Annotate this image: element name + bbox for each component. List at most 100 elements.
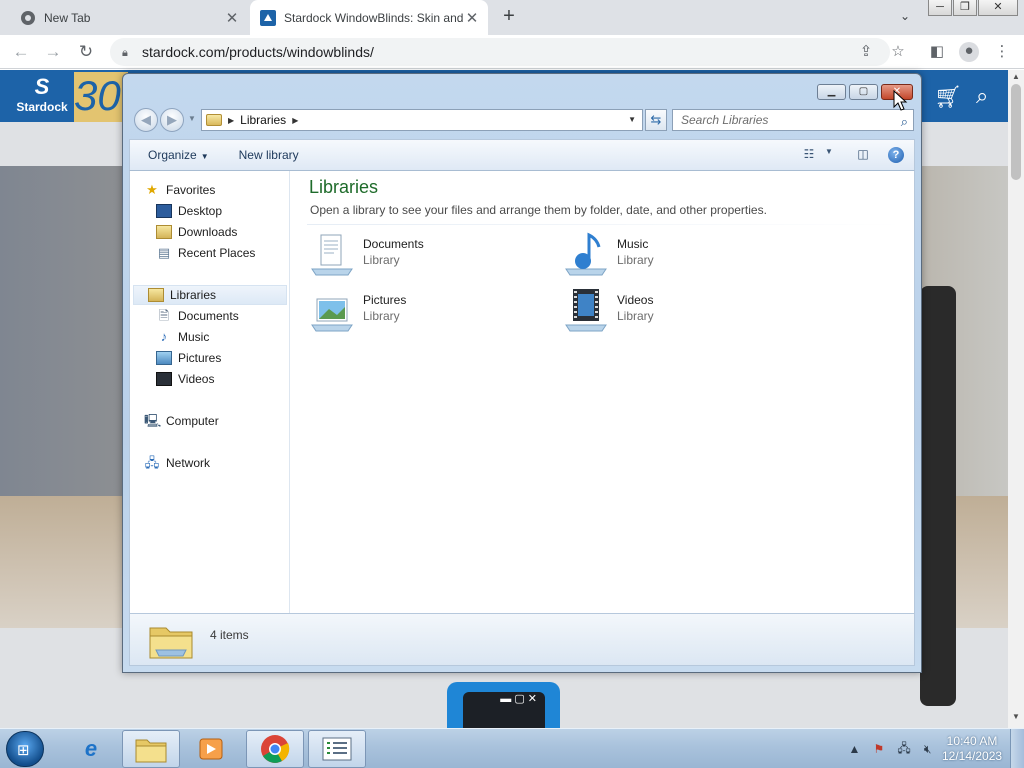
show-hidden-icons-icon[interactable]: ▲ [849,742,861,756]
share-icon[interactable]: ⇪ [857,43,875,61]
nav-recent-places[interactable]: ▤ Recent Places [156,243,256,263]
side-panel-icon[interactable]: ◧ [928,43,946,61]
recent-pages-dropdown-icon[interactable]: ▼ [188,114,196,123]
breadcrumb-arrow-icon[interactable]: ▶ [228,116,234,125]
screen: New Tab ✕ Stardock WindowBlinds: Skin an… [0,0,1024,768]
content-subtitle: Open a library to see your files and arr… [310,203,767,217]
clock[interactable]: 10:40 AM 12/14/2023 [942,734,1002,764]
tab-close-icon[interactable]: ✕ [464,9,480,27]
divider [307,224,903,225]
library-name: Music [617,237,649,251]
cart-icon[interactable]: 🛒︎ [934,84,962,110]
minimize-button[interactable]: ─ [928,0,952,16]
start-button[interactable]: ⊞ [6,731,44,767]
library-name: Videos [617,293,654,307]
list-app-taskbar-button[interactable] [308,730,366,768]
desktop-icon [156,204,172,218]
nav-favorites[interactable]: ★ Favorites [144,180,215,200]
nav-label: Recent Places [178,246,256,260]
volume-muted-icon[interactable]: 🔇︎ [924,742,932,757]
close-window-button[interactable]: ✕ [978,0,1018,16]
search-icon[interactable]: ⌕ [976,83,988,109]
change-view-icon[interactable]: ☷ [800,147,818,163]
library-type: Library [617,309,654,323]
new-library-button[interactable]: New library [239,148,299,162]
media-player-glyph-icon [199,738,223,760]
show-desktop-button[interactable] [1010,729,1024,768]
preview-pane-icon[interactable]: ◫ [854,147,872,163]
favorites-star-icon: ★ [146,182,158,197]
explorer-forward-icon[interactable]: ▶ [160,108,184,132]
explorer-minimize-button[interactable]: ▁ [817,84,846,100]
library-music[interactable]: Music Library [563,231,783,279]
tab-new-tab[interactable]: New Tab ✕ [0,0,248,35]
explorer-search-input[interactable]: Search Libraries ⌕ [672,109,914,131]
nav-label: Network [166,456,211,470]
tab-search-icon[interactable]: ⌄ [896,9,914,27]
nav-downloads[interactable]: Downloads [156,222,237,242]
scroll-down-icon[interactable]: ▼ [1008,712,1024,721]
library-pictures[interactable]: Pictures Library [309,287,529,335]
network-status-icon[interactable]: 🖧︎ [897,739,910,760]
address-dropdown-icon[interactable]: ▼ [628,115,636,124]
chrome-taskbar-icon [261,735,290,763]
downloads-folder-icon [156,225,172,239]
page-scrollbar[interactable]: ▲ ▼ [1008,70,1024,728]
stardock-logo[interactable]: S Stardock [10,74,74,120]
media-player-icon[interactable] [182,730,240,768]
stardock-mark-icon: S [34,74,50,99]
view-buttons: ☷ ▼ ◫ ? [788,147,904,163]
browser-tab-strip: New Tab ✕ Stardock WindowBlinds: Skin an… [0,0,1024,35]
scroll-up-icon[interactable]: ▲ [1008,72,1024,81]
clock-date: 12/14/2023 [942,749,1003,763]
action-center-icon[interactable]: ⚑ [874,742,885,756]
profile-avatar-icon[interactable]: ● [959,42,979,62]
more-menu-icon[interactable]: ⋮ [993,43,1011,61]
search-icon[interactable]: ⌕ [901,112,908,132]
chevron-down-icon: ▼ [200,152,209,161]
nav-pictures[interactable]: Pictures [156,348,221,368]
nav-desktop[interactable]: Desktop [156,201,222,221]
tab-close-icon[interactable]: ✕ [224,9,240,27]
music-icon: ♪ [160,329,168,344]
refresh-icon[interactable]: ⇆ [645,109,667,131]
view-options-dropdown-icon[interactable]: ▼ [820,147,838,163]
new-tab-button[interactable]: + [498,6,520,28]
internet-explorer-icon[interactable]: e [62,730,120,768]
nav-documents[interactable]: 🗎︎ Documents [156,306,239,326]
logo-text: Stardock [16,100,68,114]
bookmark-star-icon[interactable]: ☆ [889,43,907,61]
explorer-taskbar-button[interactable] [122,730,180,768]
chrome-taskbar-button[interactable] [246,730,304,768]
videos-library-icon [565,289,607,332]
explorer-back-icon[interactable]: ◀ [134,108,158,132]
explorer-address-bar[interactable]: ▶ Libraries ▶ ▼ [201,109,643,131]
breadcrumb-libraries[interactable]: Libraries [240,113,286,127]
nav-libraries[interactable]: Libraries [133,285,287,305]
library-videos[interactable]: Videos Library [563,287,783,335]
stardock-favicon-icon [260,9,276,26]
nav-label: Desktop [178,204,223,218]
network-icon: 🖧︎ [144,455,160,470]
breadcrumb-arrow-icon[interactable]: ▶ [292,116,298,125]
help-icon[interactable]: ? [888,147,904,163]
restore-button[interactable]: ❐ [953,0,977,16]
search-placeholder: Search Libraries [681,113,769,127]
scrollbar-thumb[interactable] [1011,84,1021,180]
explorer-maximize-button[interactable]: ▢ [849,84,878,100]
forward-icon[interactable]: → [42,42,64,62]
organize-button[interactable]: Organize ▼ [148,148,209,162]
back-icon[interactable]: ← [10,42,32,62]
nav-videos[interactable]: Videos [156,369,214,389]
anniversary-logo: 30 [74,72,128,122]
nav-computer[interactable]: 🖳︎ Computer [144,411,219,431]
nav-music[interactable]: ♪ Music [156,327,210,347]
tab-stardock[interactable]: Stardock WindowBlinds: Skin and Customiz… [250,0,488,35]
address-bar[interactable]: 🔒︎ stardock.com/products/windowblinds/ [110,38,890,66]
reload-icon[interactable]: ↻ [75,42,97,62]
library-documents[interactable]: Documents Library [309,231,529,279]
nav-network[interactable]: 🖧︎ Network [144,453,210,473]
pictures-library-icon [311,298,353,332]
documents-library-icon [311,234,353,276]
nav-label: Pictures [178,351,222,365]
